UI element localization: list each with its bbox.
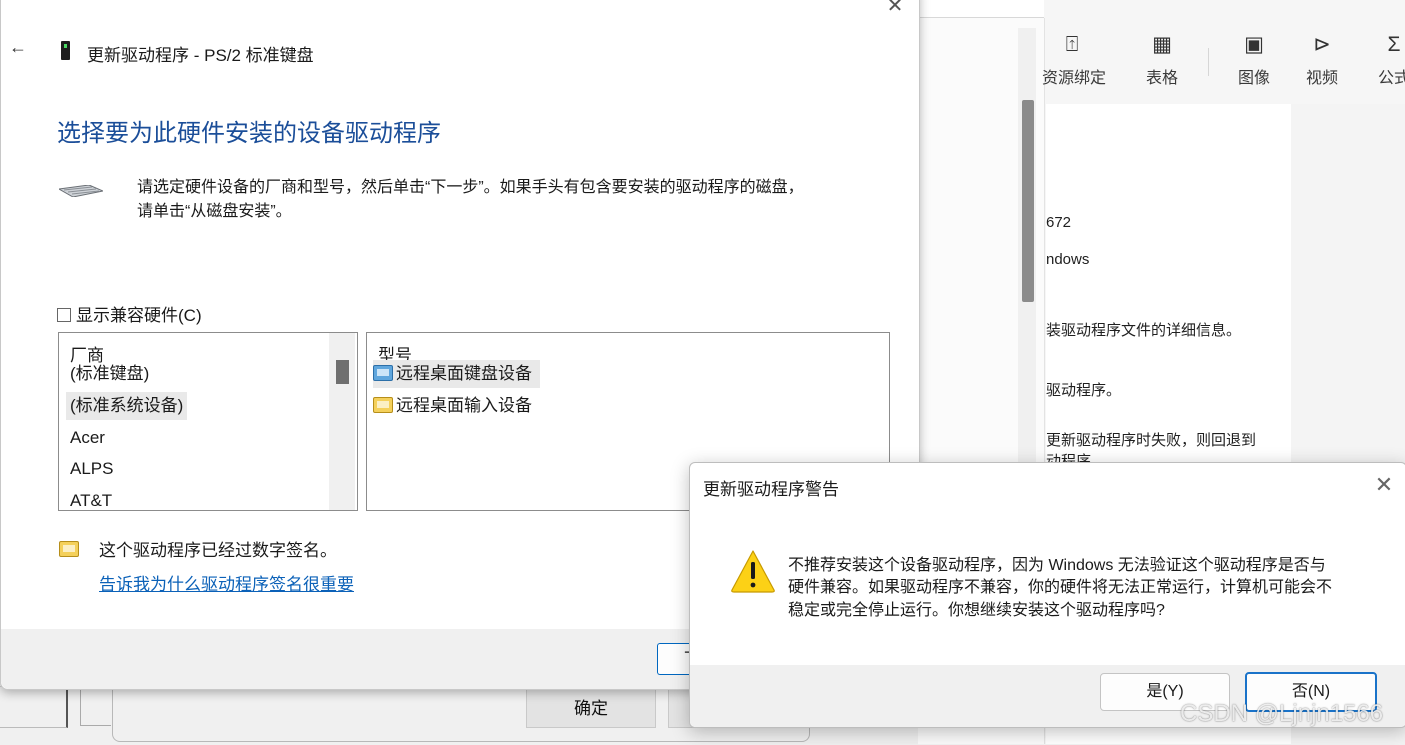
list-item-selected[interactable]: (标准系统设备) [66,392,188,420]
upload-box-icon: ⍐ [1065,33,1079,56]
page-heading: 选择要为此硬件安装的设备驱动程序 [57,120,441,147]
editor-scrollbar-thumb[interactable] [1022,100,1034,302]
warning-message-line: 稳定或完全停止运行。你想继续安装这个驱动程序吗? [788,602,1165,619]
instruction-text: 请选定硬件设备的厂商和型号，然后单击“下一步”。如果手头有包含要安装的驱动程序的… [137,179,804,196]
toolbar-table-button[interactable]: ▦ 表格 [1132,32,1192,88]
keyboard-icon [59,185,103,197]
instruction-text: 请单击“从磁盘安装”。 [137,203,292,220]
doc-text-line: 装驱动程序文件的详细信息。 [1046,322,1242,339]
sigma-icon: Σ [1387,33,1401,56]
signed-driver-icon [59,541,79,557]
model-label: 远程桌面输入设备 [396,396,532,415]
model-label: 远程桌面键盘设备 [396,364,532,383]
back-arrow-icon[interactable]: ← [9,37,33,58]
device-icon [61,41,70,60]
show-compatible-checkbox[interactable]: 显示兼容硬件(C) [57,301,202,326]
toolbar-formula-button[interactable]: Σ 公式 [1364,32,1405,88]
checkbox-box[interactable] [57,308,71,322]
toolbar-divider [1208,48,1209,76]
dialog-title: 更新驱动程序警告 [703,480,839,499]
doc-text-line: ndows [1046,251,1090,268]
manufacturer-scrollbar[interactable] [329,333,355,510]
table-icon: ▦ [1152,33,1172,56]
warning-icon [731,550,775,593]
image-icon: ▣ [1244,33,1264,56]
signed-status-text: 这个驱动程序已经过数字签名。 [99,541,337,560]
ok-button[interactable]: 确定 [526,687,656,728]
doc-text-line: 更新驱动程序时失败，则回退到 [1046,432,1257,449]
input-device-icon [373,397,393,413]
close-icon[interactable]: ✕ [1370,471,1398,499]
warning-message-line: 不推荐安装这个设备驱动程序，因为 Windows 无法验证这个驱动程序是否与 [788,557,1326,574]
doc-text-line: 驱动程序。 [1046,382,1122,399]
close-icon[interactable]: ✕ [881,0,909,17]
list-item[interactable]: AT&T [66,487,116,510]
editor-toolbar: ⍐ 资源绑定 ▦ 表格 ▣ 图像 ⊳ 视频 Σ 公式 [1042,18,1405,104]
list-item[interactable]: (标准键盘) [66,360,153,388]
warning-message-line: 硬件兼容。如果驱动程序不兼容，你的硬件将无法正常运行，计算机可能会不 [788,579,1333,596]
list-item[interactable]: 远程桌面输入设备 [373,392,540,420]
editor-top-strip [918,0,1044,18]
watermark: CSDN @Ljnjn1566 [1180,700,1384,727]
toolbar-resource-bind-button[interactable]: ⍐ 资源绑定 [1042,32,1106,88]
toolbar-image-button[interactable]: ▣ 图像 [1224,32,1284,88]
list-item[interactable]: ALPS [66,455,117,483]
list-item[interactable]: Acer [66,424,109,452]
manufacturer-list[interactable]: 厂商 (标准键盘) (标准系统设备) Acer ALPS AT&T [58,332,358,511]
scrollbar-thumb[interactable] [336,360,349,384]
background-frame [0,687,68,728]
signing-info-link[interactable]: 告诉我为什么驱动程序签名很重要 [99,570,354,595]
toolbar-video-button[interactable]: ⊳ 视频 [1292,32,1352,88]
driver-warning-dialog: 更新驱动程序警告 ✕ 不推荐安装这个设备驱动程序，因为 Windows 无法验证… [689,462,1405,728]
wizard-title: 更新驱动程序 - PS/2 标准键盘 [87,46,314,65]
doc-text-line: 672 [1046,214,1072,231]
list-item-selected[interactable]: 远程桌面键盘设备 [373,360,540,388]
keyboard-device-icon [373,365,393,381]
checkbox-label: 显示兼容硬件(C) [76,306,202,325]
video-icon: ⊳ [1313,33,1331,56]
background-frame [80,687,111,726]
